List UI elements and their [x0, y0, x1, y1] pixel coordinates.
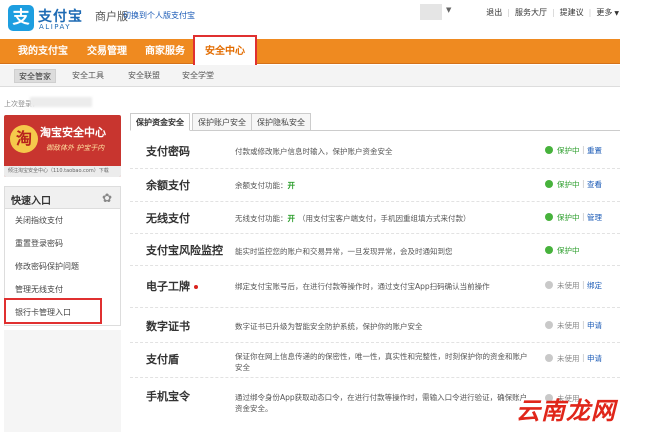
site-watermark: 云南龙网 — [516, 397, 616, 425]
alipay-logo-icon: 支 — [8, 5, 34, 31]
suggestion-link[interactable]: 提建议 — [560, 7, 584, 18]
sub-nav: 安全管家 安全工具 安全联盟 安全学堂 — [0, 65, 620, 87]
subnav-security-school[interactable]: 安全学堂 — [178, 69, 218, 83]
row-title: 手机宝令 — [146, 390, 190, 403]
status-dot-green-icon — [545, 146, 553, 154]
taobao-seal-icon: 淘 — [10, 125, 38, 153]
user-avatar[interactable] — [420, 4, 442, 20]
taobao-security-banner[interactable]: 淘 淘宝安全中心 御敌体外 护宝于内 倾注淘宝安全中心（110.taobao.c… — [4, 115, 121, 177]
gear-icon[interactable]: ✿ — [102, 191, 112, 205]
main-nav: 我的支付宝 交易管理 商家服务 — [0, 39, 620, 64]
reset-link[interactable]: 重置 — [587, 145, 602, 156]
manage-link[interactable]: 管理 — [587, 212, 602, 223]
status-dot-green-icon — [545, 246, 553, 254]
row-title: 支付宝风险监控 — [146, 244, 223, 257]
row-title: 支付密码 — [146, 145, 190, 158]
quick-item-manage-wireless-pay[interactable]: 管理无线支付 — [15, 284, 63, 295]
status-dot-green-icon — [545, 180, 553, 188]
bind-link[interactable]: 绑定 — [587, 280, 602, 291]
security-row-electronic-badge: 电子工牌 绑定支付宝账号后，在进行付款等操作时，通过支付宝App扫码确认当前操作… — [130, 266, 620, 308]
new-badge-dot-icon — [194, 285, 198, 289]
security-row-payment-shield: 支付盾 保证你在网上信息传递的的保密性，唯一性，真实性和完整性，时刻保护你的资金… — [130, 343, 620, 378]
row-description-line2: 资金安全。 — [235, 404, 273, 413]
security-row-risk-monitor: 支付宝风险监控 能实时监控您的账户和交易异常，一旦发现异常，会及时通知到您 保护… — [130, 234, 620, 266]
subnav-security-tools[interactable]: 安全工具 — [68, 69, 108, 83]
last-login-value — [30, 97, 92, 107]
sidebar-filler — [4, 330, 121, 432]
row-title: 无线支付 — [146, 212, 190, 225]
more-link[interactable]: 更多 — [596, 7, 612, 18]
apply-link[interactable]: 申请 — [587, 320, 602, 331]
top-header: 支 支付宝 ALIPAY 商户版 切换到个人版支付宝 ▼ 退出 | 服务大厅 | 提建议… — [0, 0, 647, 38]
service-hall-link[interactable]: 服务大厅 — [515, 7, 547, 18]
view-link[interactable]: 查看 — [587, 179, 602, 190]
row-title: 支付盾 — [146, 353, 179, 366]
subnav-security-alliance[interactable]: 安全联盟 — [124, 69, 164, 83]
chevron-down-icon[interactable]: ▼ — [614, 10, 619, 17]
status-label: 未使用 — [557, 354, 580, 363]
tab-protect-privacy[interactable]: 保护隐私安全 — [251, 113, 311, 131]
status-label: 保护中 — [557, 146, 580, 155]
nav-security-center-label: 安全中心 — [205, 46, 245, 57]
security-row-digital-certificate: 数字证书 数字证书已升级为智能安全防护系统，保护你的账户安全 未使用 | 申请 — [130, 308, 620, 343]
status-label: 未使用 — [557, 321, 580, 330]
row-title: 数字证书 — [146, 320, 190, 333]
row-description: 数字证书已升级为智能安全防护系统，保护你的账户安全 — [235, 322, 423, 331]
status-label: 未使用 — [557, 281, 580, 290]
bank-card-highlight-box — [4, 298, 102, 324]
nav-my-alipay[interactable]: 我的支付宝 — [18, 39, 68, 64]
nav-merchant-service[interactable]: 商家服务 — [145, 39, 185, 64]
status-dot-gray-icon — [545, 281, 553, 289]
status-label: 保护中 — [557, 213, 580, 222]
row-description: 无线支付功能：开 （用支付宝客户端支付，手机因重组填方式来付款） — [235, 214, 471, 223]
row-description-line2: 安全 — [235, 363, 250, 372]
subnav-security-butler[interactable]: 安全管家 — [14, 69, 56, 83]
status-dot-gray-icon — [545, 321, 553, 329]
quick-entry-title: 快速入口 — [11, 196, 51, 207]
security-tabs: 保护资金安全 保护账户安全 保护隐私安全 — [130, 113, 620, 131]
quick-entry-header: 快速入口 ✿ — [5, 187, 120, 209]
banner-footer: 倾注淘宝安全中心（110.taobao.com）下载 — [4, 166, 121, 177]
security-row-payment-password: 支付密码 付款或修改账户信息时输入，保护账户资金安全 保护中 | 重置 — [130, 136, 620, 169]
row-description: 绑定支付宝账号后，在进行付款等操作时，通过支付宝App扫码确认当前操作 — [235, 282, 490, 291]
tab-protect-account[interactable]: 保护账户安全 — [192, 113, 252, 131]
status-label: 保护中 — [557, 180, 580, 189]
row-description: 通过绑令身份App获取动态口令，在进行付款等操作时，需输入口令进行验证，确保账户 — [235, 393, 528, 402]
top-links: 退出 | 服务大厅 | 提建议 | 更多 ▼ — [486, 7, 619, 18]
row-description: 付款或修改账户信息时输入，保护账户资金安全 — [235, 147, 393, 156]
apply-link[interactable]: 申请 — [587, 353, 602, 364]
logo-subtext: ALIPAY — [39, 23, 72, 31]
row-description: 余额支付功能：开 — [235, 181, 295, 190]
tab-protect-funds[interactable]: 保护资金安全 — [130, 113, 190, 131]
banner-slogan: 御敌体外 护宝于内 — [46, 144, 105, 152]
quick-item-close-fingerprint[interactable]: 关闭指纹支付 — [15, 215, 63, 226]
row-description: 能实时监控您的账户和交易异常，一旦发现异常，会及时通知到您 — [235, 247, 453, 256]
nav-trade-management[interactable]: 交易管理 — [87, 39, 127, 64]
row-title: 余额支付 — [146, 179, 190, 192]
logout-link[interactable]: 退出 — [486, 7, 502, 18]
security-row-wireless-payment: 无线支付 无线支付功能：开 （用支付宝客户端支付，手机因重组填方式来付款） 保护中… — [130, 202, 620, 234]
row-description: 保证你在网上信息传递的的保密性，唯一性，真实性和完整性，时刻保护你的资金和账户 — [235, 352, 528, 361]
status-dot-green-icon — [545, 213, 553, 221]
chevron-down-icon[interactable]: ▼ — [446, 6, 451, 14]
status-dot-gray-icon — [545, 354, 553, 362]
switch-personal-link[interactable]: 切换到个人版支付宝 — [123, 10, 195, 21]
row-title: 电子工牌 — [146, 278, 198, 294]
quick-item-modify-security-question[interactable]: 修改密码保护问题 — [15, 261, 79, 272]
status-label: 保护中 — [557, 246, 580, 255]
quick-item-reset-login-password[interactable]: 重置登录密码 — [15, 238, 63, 249]
security-row-balance-payment: 余额支付 余额支付功能：开 保护中 | 查看 — [130, 169, 620, 202]
banner-title: 淘宝安全中心 — [40, 126, 106, 139]
